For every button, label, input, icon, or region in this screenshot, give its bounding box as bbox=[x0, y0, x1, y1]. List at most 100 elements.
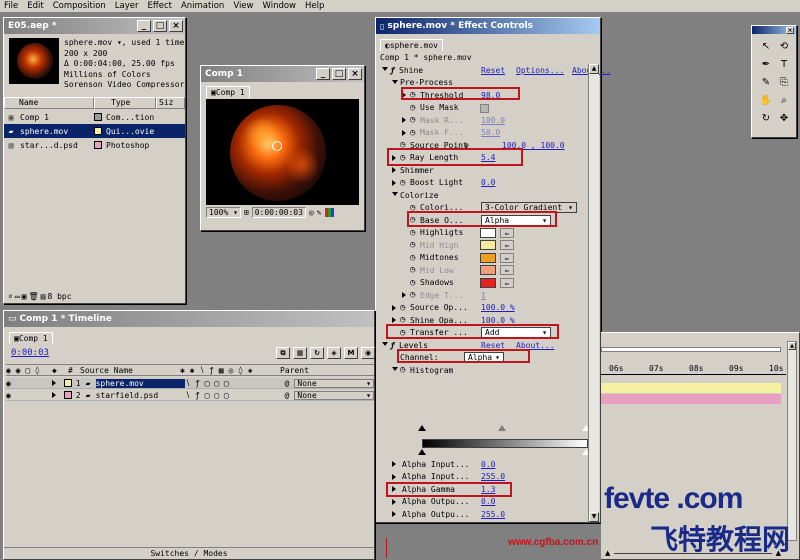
video-toggle-icon[interactable]: ◉ bbox=[6, 379, 18, 388]
column-parent-header[interactable]: Parent bbox=[280, 366, 309, 375]
layer-switches[interactable]: ∖ ƒ ▢ ▢ ▢ bbox=[185, 391, 284, 400]
time-graph-scrollbar[interactable]: ▲ bbox=[787, 341, 797, 541]
minimize-icon[interactable]: _ bbox=[137, 20, 151, 32]
collapse-icon[interactable] bbox=[382, 67, 388, 71]
color-swatch[interactable] bbox=[480, 265, 496, 275]
collapse-icon[interactable] bbox=[392, 367, 398, 371]
pickwhip-icon[interactable]: @ bbox=[284, 391, 294, 400]
parent-dropdown[interactable]: None ▾ bbox=[294, 390, 374, 400]
menu-view[interactable]: View bbox=[233, 1, 253, 11]
grid-icon[interactable]: ⊞ bbox=[244, 208, 249, 217]
project-title-bar[interactable]: E05.aep * _ □ × bbox=[4, 18, 185, 34]
zoom-dropdown[interactable]: 100% ▾ bbox=[206, 207, 241, 218]
expand-icon[interactable] bbox=[392, 167, 396, 173]
zoom-icon[interactable]: ⌕ bbox=[776, 92, 792, 108]
scroll-up-icon[interactable]: ▲ bbox=[788, 342, 796, 350]
delete-icon[interactable]: 🗑 bbox=[28, 292, 38, 301]
color-swatch[interactable] bbox=[480, 277, 496, 288]
find-icon[interactable]: ⌕ bbox=[8, 292, 13, 301]
comp-tab[interactable]: ▣ Comp 1 bbox=[206, 86, 250, 98]
close-icon[interactable]: × bbox=[786, 26, 794, 34]
effect-value[interactable]: 1 bbox=[481, 291, 486, 300]
levels-value[interactable]: 255.0 bbox=[481, 472, 505, 481]
menu-help[interactable]: Help bbox=[305, 1, 324, 11]
expand-icon[interactable] bbox=[392, 304, 396, 311]
stopwatch-icon[interactable]: ◷ bbox=[410, 103, 415, 113]
stopwatch-icon[interactable]: ◷ bbox=[410, 290, 415, 300]
column-source-header[interactable]: Source Name bbox=[80, 366, 180, 375]
maximize-icon[interactable]: □ bbox=[153, 20, 167, 32]
stopwatch-icon[interactable]: ◷ bbox=[400, 178, 405, 188]
label-swatch[interactable] bbox=[63, 379, 72, 387]
comp-flowchart-icon[interactable]: ⧉ bbox=[276, 347, 290, 359]
clone-icon[interactable]: ⎘ bbox=[776, 74, 792, 90]
new-comp-icon[interactable]: ▣ bbox=[22, 292, 27, 301]
hand-icon[interactable]: ✋ bbox=[758, 92, 774, 108]
expand-icon[interactable] bbox=[392, 179, 396, 186]
column-name-header[interactable]: Name bbox=[4, 96, 94, 109]
expand-icon[interactable] bbox=[392, 498, 396, 505]
timeline-tab[interactable]: ▣ Comp 1 bbox=[9, 332, 53, 344]
menu-composition[interactable]: Composition bbox=[53, 1, 106, 11]
use-mask-checkbox[interactable] bbox=[480, 103, 489, 113]
timeline-title-bar[interactable]: ▭ Comp 1 * Timeline bbox=[4, 311, 374, 327]
effect-value[interactable]: 100.0 % bbox=[481, 303, 515, 312]
effect-link-reset[interactable]: Reset bbox=[481, 66, 505, 75]
effect-controls-title-bar[interactable]: ▯ sphere.mov * Effect Controls bbox=[376, 18, 600, 34]
layer-bar-1[interactable] bbox=[601, 383, 781, 393]
zoom-out-icon[interactable]: ▲ bbox=[605, 549, 610, 557]
effect-link-options[interactable]: Options... bbox=[516, 66, 564, 75]
close-icon[interactable]: × bbox=[169, 20, 183, 32]
tools-title-bar[interactable]: × bbox=[752, 26, 796, 34]
draft-3d-icon[interactable]: ◈ bbox=[327, 347, 341, 359]
anchor-point-icon[interactable] bbox=[272, 141, 282, 151]
minimize-icon[interactable]: _ bbox=[316, 68, 330, 80]
layer-switches[interactable]: ∖ ƒ ▢ ▢ ▢ bbox=[185, 379, 284, 388]
expand-icon[interactable] bbox=[402, 292, 406, 298]
current-time[interactable]: 0:00:00:03 bbox=[251, 207, 306, 218]
pickwhip-icon[interactable]: @ bbox=[284, 379, 294, 388]
video-toggle-icon[interactable]: ◉ bbox=[6, 391, 18, 400]
layer-name[interactable]: sphere.mov bbox=[95, 378, 186, 388]
snapshot-icon[interactable]: ◎ bbox=[309, 208, 314, 217]
project-item[interactable]: ▣ Comp 1 Com...tion bbox=[4, 110, 185, 124]
expand-icon[interactable] bbox=[402, 117, 406, 123]
color-depth-icon[interactable]: ▤ bbox=[41, 292, 46, 301]
eyedropper-icon[interactable]: ⇐ bbox=[500, 252, 514, 263]
frame-blending-icon[interactable]: M bbox=[344, 347, 358, 359]
expand-icon[interactable] bbox=[51, 392, 60, 398]
current-time-indicator[interactable] bbox=[386, 538, 387, 558]
column-size-header[interactable]: Siz bbox=[156, 96, 185, 109]
label-swatch[interactable] bbox=[63, 391, 72, 399]
effect-value[interactable]: 100.0 bbox=[481, 116, 505, 125]
collapse-icon[interactable] bbox=[392, 192, 398, 196]
comp-title-bar[interactable]: Comp 1 _ □ × bbox=[201, 66, 364, 82]
parent-dropdown[interactable]: None ▾ bbox=[294, 378, 374, 388]
column-type-header[interactable]: Type bbox=[94, 96, 156, 109]
brush-icon[interactable]: ✎ bbox=[758, 74, 774, 90]
menu-window[interactable]: Window bbox=[262, 1, 296, 11]
input-black-slider[interactable] bbox=[418, 425, 426, 431]
scroll-up-icon[interactable]: ▲ bbox=[589, 64, 599, 74]
eyedropper-icon[interactable]: ⇐ bbox=[500, 227, 514, 238]
expand-icon[interactable] bbox=[51, 380, 60, 386]
collapse-icon[interactable] bbox=[382, 342, 388, 346]
track-icon[interactable]: ✥ bbox=[776, 110, 792, 126]
stopwatch-icon[interactable]: ◷ bbox=[410, 253, 415, 263]
menu-effect[interactable]: Effect bbox=[148, 1, 172, 11]
layer-bar-2[interactable] bbox=[601, 394, 781, 404]
stopwatch-icon[interactable]: ◷ bbox=[410, 115, 415, 125]
expand-icon[interactable] bbox=[402, 129, 406, 136]
eyedropper-icon[interactable]: ⇐ bbox=[500, 265, 514, 275]
pen-icon[interactable]: ✒ bbox=[758, 56, 774, 72]
timeline-layer-row[interactable]: ◉ 2 ▰ starfield.psd ∖ ƒ ▢ ▢ ▢ @ None ▾ bbox=[6, 390, 374, 401]
color-swatch[interactable] bbox=[480, 252, 496, 263]
eyedropper-icon[interactable]: ⇐ bbox=[500, 240, 514, 250]
effects-tab[interactable]: ◐ sphere.mov bbox=[380, 39, 443, 51]
motion-blur-icon[interactable]: ◉ bbox=[361, 347, 375, 359]
input-gamma-slider[interactable] bbox=[498, 425, 506, 431]
menu-layer[interactable]: Layer bbox=[115, 1, 139, 11]
menu-animation[interactable]: Animation bbox=[181, 1, 224, 11]
levels-value[interactable]: 0.0 bbox=[481, 497, 495, 506]
stopwatch-icon[interactable]: ◷ bbox=[410, 228, 415, 238]
